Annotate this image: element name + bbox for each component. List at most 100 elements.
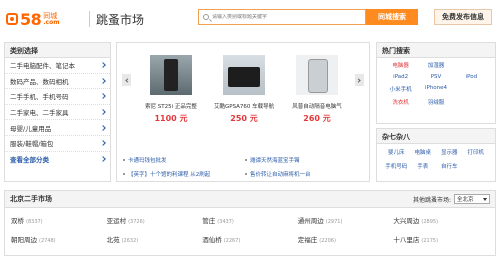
product-image[interactable] [150, 55, 192, 95]
hot-search-panel: 热门搜索 电脑器 加湿器 iPad2 PSV iPod 小米手机 iPhone4 洗衣机 羽绒服 [376, 42, 496, 124]
misc-tag[interactable]: 显示器 [436, 148, 463, 156]
chevron-right-icon [100, 109, 106, 115]
chevron-right-icon [100, 78, 106, 84]
hot-search-tag[interactable]: 洗衣机 [383, 98, 418, 106]
area-link[interactable]: 通州周边 (2971) [298, 215, 394, 225]
header: 58 同城 .com 跳蚤市场 同城搜索 免费发布信息 [0, 0, 500, 36]
area-count: (2748) [39, 238, 56, 244]
product-card[interactable]: 索尼 ST25i 正品完整 1100 元 [141, 55, 201, 124]
chevron-right-icon [100, 124, 106, 131]
chevron-right-icon [100, 93, 106, 100]
product-name[interactable]: 风普自动隔音电脑气 [287, 102, 347, 110]
hot-search-tag[interactable]: 小米手机 [383, 85, 418, 93]
other-market-label: 其他跳蚤市场: [412, 196, 451, 204]
market-section: 北京二手市场 其他跳蚤市场: 全北京 双桥 (8337) 亚运村 (3726) 管庄 (3… [4, 190, 496, 256]
area-link[interactable]: 双桥 (8337) [11, 215, 107, 225]
area-link[interactable]: 定福庄 (2206) [298, 234, 394, 244]
carousel-next-button[interactable] [355, 74, 364, 86]
misc-tag [463, 162, 490, 170]
featured-products: 索尼 ST25i 正品完整 1100 元 艾酷GPSA760 车载导航 250 … [116, 42, 370, 182]
city-select[interactable]: 全北京 [454, 194, 490, 204]
hot-search-tag[interactable]: iPad2 [383, 74, 418, 80]
product-card[interactable]: 风普自动隔音电脑气 260 元 [287, 55, 347, 124]
search-button[interactable]: 同城搜索 [366, 9, 418, 25]
area-link[interactable]: 酒仙桥 (2267) [202, 234, 298, 244]
view-all-categories-link[interactable]: 查看全部分类 [5, 152, 110, 168]
area-count: (2632) [121, 238, 139, 244]
category-item[interactable]: 母婴/儿童用品 [5, 120, 110, 136]
product-image[interactable] [223, 55, 265, 95]
category-panel-title: 类别选择 [5, 43, 110, 58]
bullet-icon [245, 159, 247, 161]
page-title: 跳蚤市场 [96, 13, 145, 27]
chevron-down-icon [483, 197, 487, 201]
area-count: (2267) [223, 238, 241, 244]
category-item[interactable]: 数码产品、数码相机 [5, 74, 110, 90]
misc-tag[interactable]: 手机号码 [383, 162, 410, 170]
chevron-right-icon [100, 140, 106, 147]
market-title: 北京二手市场 [10, 195, 52, 203]
hot-search-tag [454, 85, 489, 93]
misc-tag[interactable]: 手表 [410, 162, 437, 170]
product-price: 250 元 [230, 114, 258, 123]
misc-tag[interactable]: 婴儿床 [383, 148, 410, 156]
hot-search-tag[interactable]: 羽绒服 [418, 98, 453, 106]
area-count: (3437) [217, 219, 234, 225]
carousel-prev-button[interactable] [122, 74, 131, 86]
area-count: (2175) [421, 238, 439, 244]
chevron-left-icon [125, 77, 130, 83]
logo-number: 58 [20, 9, 42, 29]
area-count: (2895) [421, 219, 439, 225]
chevron-right-icon [100, 62, 106, 69]
search-box[interactable] [198, 9, 366, 25]
hot-search-tag[interactable]: 电脑器 [383, 61, 418, 69]
free-post-button[interactable]: 免费发布信息 [434, 9, 492, 25]
header-divider [89, 11, 90, 27]
hot-search-tag[interactable]: 加湿器 [418, 61, 453, 69]
area-count: (2971) [325, 219, 343, 225]
area-link[interactable]: 大兴周边 (2895) [393, 215, 489, 225]
hot-search-tag[interactable]: iPhone4 [418, 85, 453, 93]
logo-mark-icon [6, 13, 18, 25]
misc-tag[interactable]: 自行车 [436, 162, 463, 170]
news-link[interactable]: 卡通玛钱包批发 [123, 156, 245, 164]
misc-tag[interactable]: 打印机 [463, 148, 490, 156]
chevron-right-icon [100, 156, 106, 163]
site-logo[interactable]: 58 同城 .com [6, 8, 59, 30]
news-link[interactable]: 潍谭天然海蓝宝手镯 [245, 156, 367, 164]
category-item[interactable]: 二手家电、二手家具 [5, 105, 110, 121]
misc-tag[interactable]: 电脑桌 [410, 148, 437, 156]
hot-search-tag[interactable]: PSV [418, 74, 453, 80]
area-link[interactable]: 管庄 (3437) [202, 215, 298, 225]
hot-search-tag [454, 98, 489, 106]
product-price: 1100 元 [154, 114, 188, 123]
category-item[interactable]: 二手手机、手机号码 [5, 89, 110, 105]
area-count: (8337) [26, 219, 43, 225]
bullet-icon [245, 173, 247, 175]
logo-domain: .com [43, 18, 60, 26]
category-panel: 类别选择 二手电脑配件、笔记本 数码产品、数码相机 二手手机、手机号码 二手家电… [4, 42, 111, 182]
area-link[interactable]: 亚运村 (3726) [107, 215, 203, 225]
hot-search-tag [454, 61, 489, 69]
news-link[interactable]: 售价转让自动麻将机一台 [245, 170, 367, 178]
search-input[interactable] [212, 14, 362, 20]
product-price: 260 元 [303, 114, 331, 123]
product-image[interactable] [296, 55, 338, 95]
hot-search-title: 热门搜索 [377, 43, 495, 58]
search-icon [203, 14, 209, 20]
area-link[interactable]: 十八里店 (2175) [393, 234, 489, 244]
area-link[interactable]: 北苑 (2632) [107, 234, 203, 244]
area-count: (2206) [319, 238, 336, 244]
news-link[interactable]: 【英字】十个馆的利课程 从2刷起 [123, 170, 245, 178]
misc-title: 杂七杂八 [377, 129, 495, 144]
product-card[interactable]: 艾酷GPSA760 车载导航 250 元 [214, 55, 274, 124]
area-count: (3726) [128, 219, 145, 225]
category-item[interactable]: 二手电脑配件、笔记本 [5, 58, 110, 74]
product-name[interactable]: 艾酷GPSA760 车载导航 [214, 102, 274, 110]
hot-search-tag[interactable]: iPod [454, 74, 489, 80]
bullet-icon [123, 173, 125, 175]
area-link[interactable]: 朝阳周边 (2748) [11, 234, 107, 244]
misc-panel: 杂七杂八 婴儿床 电脑桌 显示器 打印机手机号码 手表 自行车 [376, 128, 496, 182]
product-name[interactable]: 索尼 ST25i 正品完整 [141, 102, 201, 110]
category-item[interactable]: 服装/鞋帽/箱包 [5, 136, 110, 152]
